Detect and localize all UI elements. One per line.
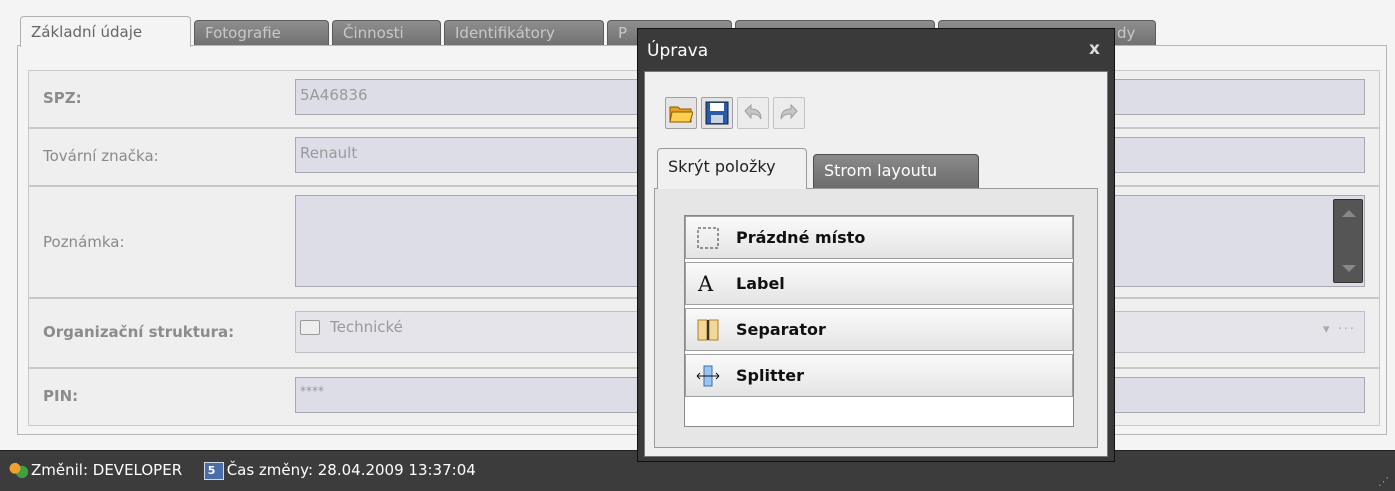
save-icon — [705, 101, 729, 125]
poznamka-label: Poznámka: — [43, 233, 125, 251]
pin-label: PIN: — [43, 387, 79, 405]
scroll-down-icon[interactable] — [1342, 265, 1356, 272]
redo-icon — [780, 103, 798, 120]
changed-by-text: Změnil: DEVELOPER — [31, 461, 183, 479]
list-item-label-control[interactable]: A Label — [685, 262, 1073, 305]
splitter-icon — [696, 365, 720, 387]
uprava-dialog: Úprava x Skrýt položky Strom layoutu Prá… — [637, 28, 1115, 462]
list-item-label: Prázdné místo — [736, 228, 866, 247]
label-icon: A — [698, 272, 714, 296]
open-folder-icon — [669, 106, 693, 123]
spz-label: SPZ: — [43, 89, 82, 107]
calendar-icon — [203, 452, 224, 490]
tab-zakladni-udaje[interactable]: Základní údaje — [20, 16, 191, 47]
tab-identifikatory[interactable]: Identifikátory — [444, 20, 604, 46]
list-item-separator[interactable]: Separator — [685, 308, 1073, 351]
scroll-up-icon[interactable] — [1342, 210, 1356, 217]
dialog-title: Úprava — [647, 41, 709, 61]
undo-icon — [744, 103, 762, 120]
empty-space-icon — [697, 227, 719, 249]
dialog-body: Skrýt položky Strom layoutu Prázdné míst… — [644, 71, 1108, 457]
list-item-label: Separator — [736, 320, 826, 339]
hidden-items-list: Prázdné místo A Label Separator Splitter — [684, 215, 1074, 427]
change-time-text: Čas změny: 28.04.2009 13:37:04 — [226, 461, 476, 479]
folder-icon — [300, 320, 320, 335]
dialog-tab-strip: Skrýt položky Strom layoutu — [657, 148, 1097, 189]
users-icon — [8, 461, 28, 480]
redo-button[interactable] — [773, 97, 805, 129]
open-button[interactable] — [665, 97, 697, 129]
resize-grip-icon[interactable]: ⋰ — [1378, 476, 1389, 487]
tab-fotografie[interactable]: Fotografie — [194, 20, 329, 46]
organizacni-struktura-value: Technické — [330, 318, 403, 336]
tovarni-znacka-label: Tovární značka: — [43, 147, 159, 165]
poznamka-scrollbar[interactable] — [1333, 199, 1363, 283]
list-item-label: Label — [736, 274, 785, 293]
list-item-prazdne-misto[interactable]: Prázdné místo — [685, 216, 1073, 259]
organizacni-struktura-label: Organizační struktura: — [43, 323, 235, 341]
dropdown-ellipsis-icon[interactable]: ▾ ··· — [1323, 322, 1356, 337]
separator-icon — [697, 319, 719, 341]
tab-skryt-polozky[interactable]: Skrýt položky — [657, 148, 807, 189]
list-item-splitter[interactable]: Splitter — [685, 354, 1073, 397]
undo-button[interactable] — [737, 97, 769, 129]
tab-cinnosti[interactable]: Činnosti — [332, 20, 441, 46]
list-item-label: Splitter — [736, 366, 804, 385]
hidden-items-panel: Prázdné místo A Label Separator Splitter — [654, 188, 1098, 448]
tab-strom-layoutu[interactable]: Strom layoutu — [813, 154, 979, 188]
close-icon[interactable]: x — [1089, 39, 1100, 59]
save-button[interactable] — [701, 97, 733, 129]
